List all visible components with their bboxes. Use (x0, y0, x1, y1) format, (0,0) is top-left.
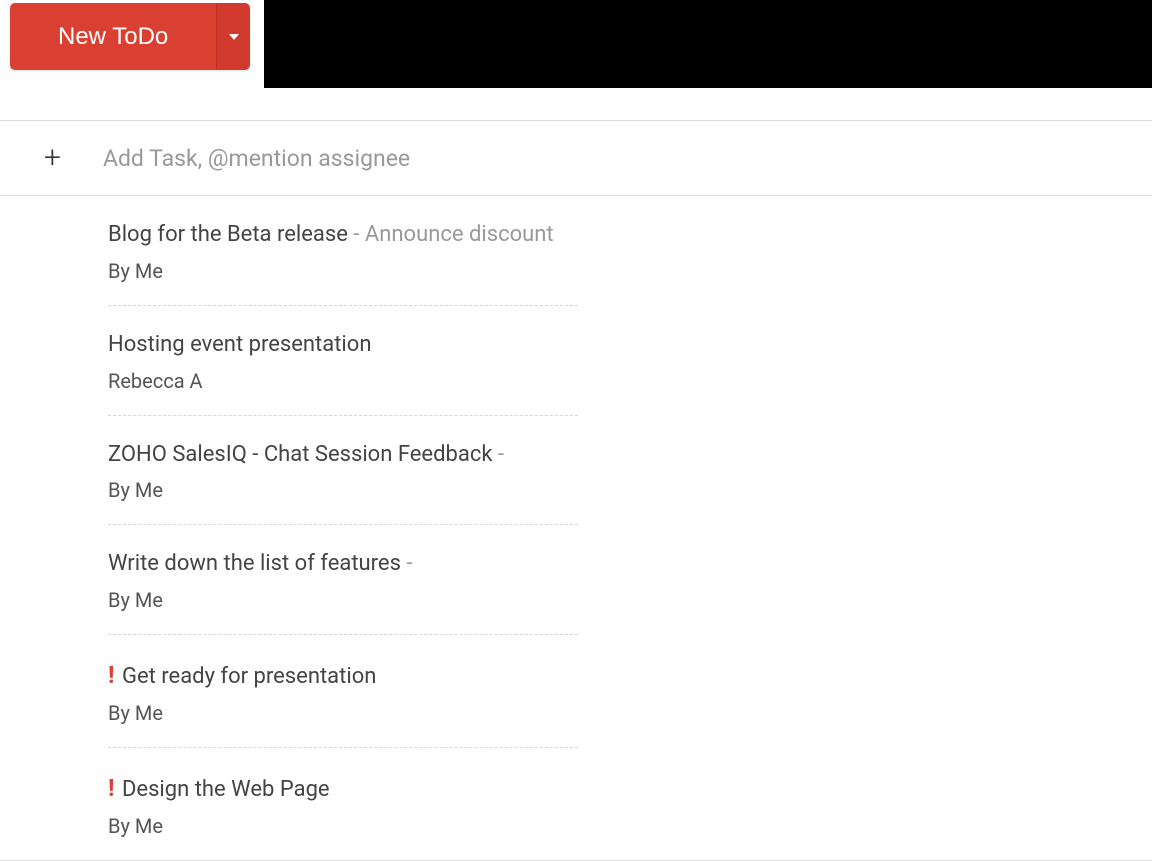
task-title-line: ! Get ready for presentation (108, 659, 578, 693)
task-title: Hosting event presentation (108, 332, 371, 357)
header-black-bar (264, 0, 1152, 88)
task-title: Design the Web Page (122, 777, 330, 802)
task-suffix: - (493, 442, 505, 467)
task-title-line: Write down the list of features - (108, 549, 578, 580)
new-todo-button-group: New ToDo (10, 3, 250, 70)
task-title-line: Blog for the Beta release - Announce dis… (108, 220, 578, 251)
priority-icon: ! (108, 772, 115, 806)
task-assignee: By Me (108, 478, 578, 502)
task-title: Get ready for presentation (122, 664, 376, 689)
task-item[interactable]: ! Get ready for presentation By Me (108, 635, 578, 748)
task-item[interactable]: ZOHO SalesIQ - Chat Session Feedback - By… (108, 416, 578, 526)
task-title-line: ! Design the Web Page (108, 772, 1152, 806)
task-list: Blog for the Beta release - Announce dis… (0, 196, 1152, 861)
add-task-input[interactable] (103, 145, 1152, 172)
plus-icon: + (44, 143, 61, 173)
task-title: Write down the list of features (108, 551, 401, 576)
task-assignee: Rebecca A (108, 369, 578, 393)
task-item[interactable]: Hosting event presentation Rebecca A (108, 306, 578, 416)
task-item[interactable]: ! Design the Web Page By Me (0, 748, 1152, 861)
task-assignee: By Me (108, 814, 1152, 838)
new-todo-dropdown-button[interactable] (216, 3, 250, 70)
new-todo-label: New ToDo (58, 23, 168, 51)
add-task-row[interactable]: + (0, 120, 1152, 196)
task-item[interactable]: Blog for the Beta release - Announce dis… (108, 196, 578, 306)
task-assignee: By Me (108, 588, 578, 612)
new-todo-button[interactable]: New ToDo (10, 3, 216, 70)
task-suffix: - (401, 551, 413, 576)
task-suffix: - Announce discount (348, 222, 554, 247)
caret-down-icon (229, 34, 239, 40)
task-area: + Blog for the Beta release - Announce d… (0, 120, 1152, 861)
task-title-line: Hosting event presentation (108, 330, 578, 361)
top-bar: New ToDo (0, 0, 1152, 88)
task-title: ZOHO SalesIQ - Chat Session Feedback (108, 442, 493, 467)
priority-icon: ! (108, 659, 115, 693)
task-assignee: By Me (108, 259, 578, 283)
task-title: Blog for the Beta release (108, 222, 348, 247)
task-title-line: ZOHO SalesIQ - Chat Session Feedback - (108, 440, 578, 471)
task-item[interactable]: Write down the list of features - By Me (108, 525, 578, 635)
task-assignee: By Me (108, 701, 578, 725)
